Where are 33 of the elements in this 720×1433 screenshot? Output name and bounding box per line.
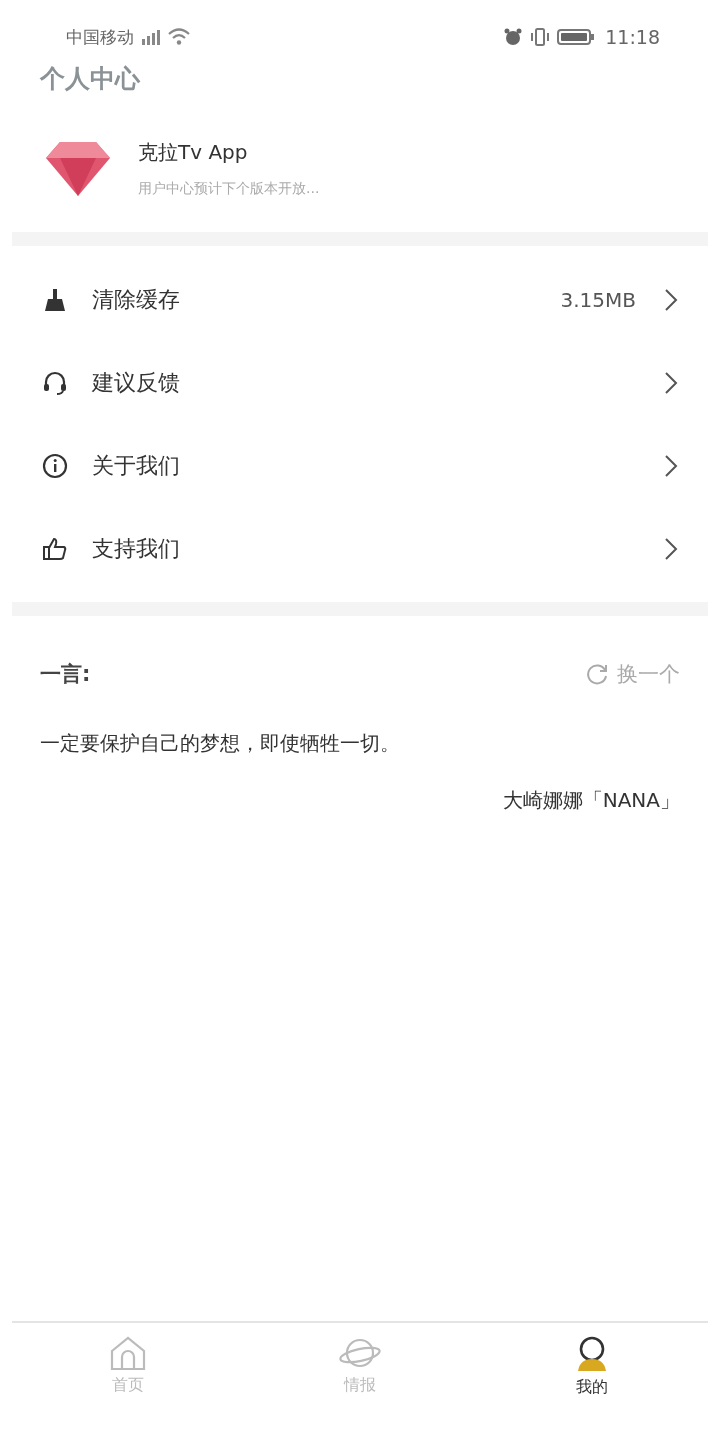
chevron-right-icon (664, 536, 678, 561)
chevron-right-icon (664, 287, 678, 312)
broom-icon (42, 286, 68, 313)
vibrate-icon (529, 27, 552, 47)
profile-subtitle: 用户中心预计下个版本开放... (138, 180, 320, 198)
thumbs-up-icon (42, 535, 68, 562)
battery-icon (557, 28, 596, 46)
clock-time: 11:18 (605, 26, 660, 48)
nav-tab[interactable]: 我的 (476, 1323, 708, 1433)
menu-label: 支持我们 (92, 534, 181, 563)
carrier-name: 中国移动 (66, 25, 134, 49)
home-icon (108, 1335, 148, 1371)
menu-item[interactable]: 建议反馈 (0, 341, 720, 424)
menu-label: 清除缓存 (92, 285, 181, 314)
menu-item[interactable]: 清除缓存 3.15MB (0, 258, 720, 341)
chevron-right-icon (664, 453, 678, 478)
app-name: 克拉Tv App (138, 139, 249, 166)
menu-label: 关于我们 (92, 451, 181, 480)
quote-author: 大崎娜娜「NANA」 (502, 787, 680, 814)
diamond-icon (44, 139, 112, 198)
signal-icon (140, 29, 162, 45)
headset-icon (42, 369, 68, 396)
quote-label: 一言: (40, 661, 91, 688)
cache-size: 3.15MB (560, 287, 636, 312)
chevron-right-icon (664, 370, 678, 395)
page-title: 个人中心 (38, 63, 141, 95)
info-icon (42, 452, 68, 479)
menu-item[interactable]: 支持我们 (0, 507, 720, 590)
refresh-icon (585, 662, 609, 686)
menu-item[interactable]: 关于我们 (0, 424, 720, 507)
menu-label: 建议反馈 (92, 368, 181, 397)
wifi-icon (168, 28, 190, 46)
quote-text: 一定要保护自己的梦想，即使牺牲一切。 (40, 730, 401, 757)
